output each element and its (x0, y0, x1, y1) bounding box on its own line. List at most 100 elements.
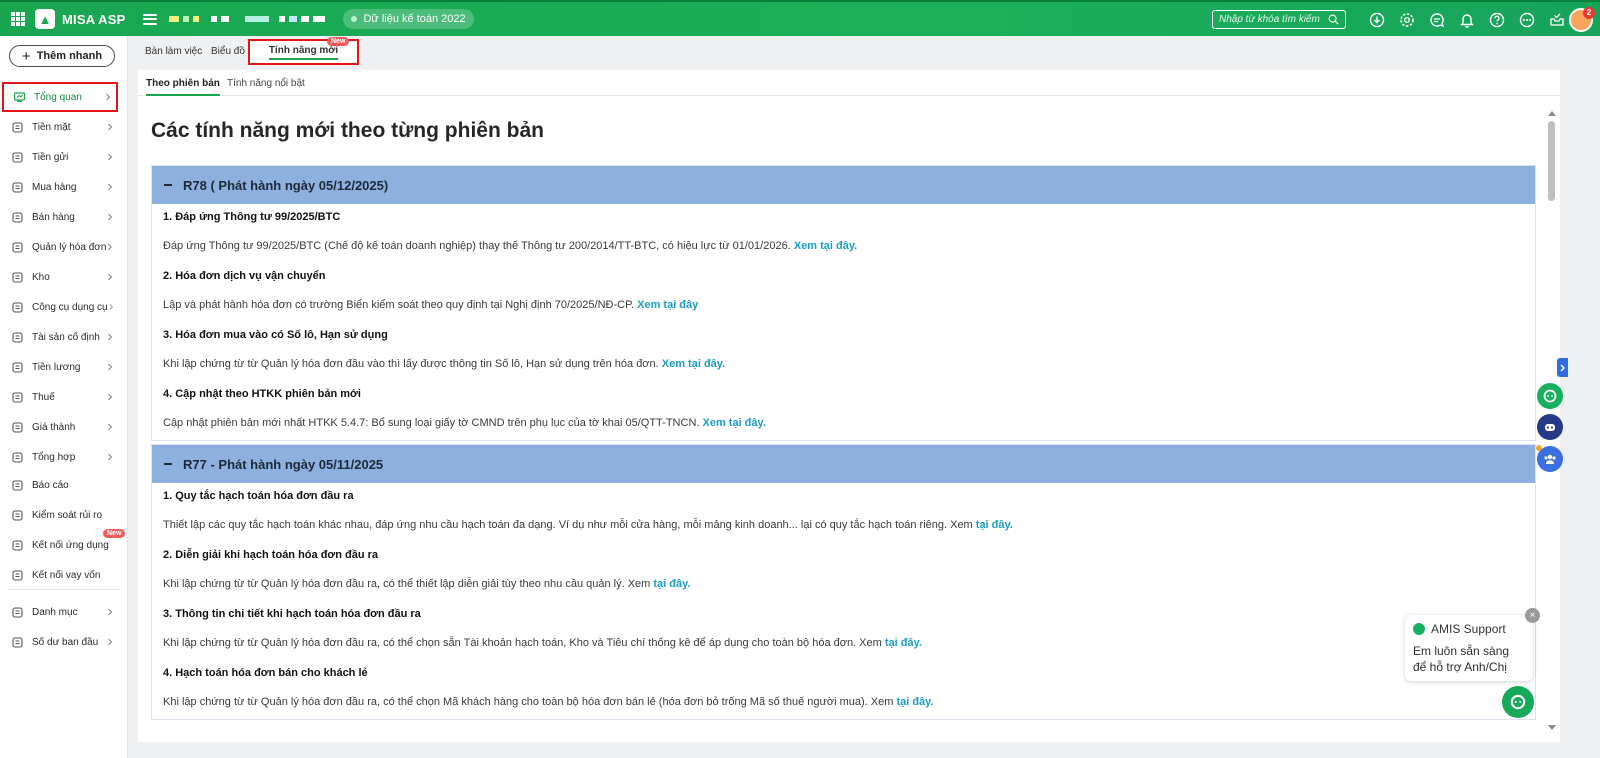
view-here-link[interactable]: tại đây. (885, 637, 922, 649)
sidebar-item-label: Kiểm soát rủi ro (32, 509, 103, 521)
redacted-block (289, 16, 298, 22)
sidebar-item-warehouse[interactable]: Kho (2, 262, 118, 292)
scroll-down-icon[interactable] (1548, 725, 1556, 730)
sidebar-item-loan[interactable]: Kết nối vay vốn (2, 560, 118, 590)
sidebar: + Thêm nhanh Tổng quan Tiền mặt Tiền gửi Mu… (0, 36, 128, 758)
feature-item: 4. Hạch toán hóa đơn bán cho khách lẻ Kh… (152, 660, 1535, 719)
status-dot (1536, 445, 1542, 451)
feature-item: 2. Diễn giải khi hạch toán hóa đơn đầu r… (152, 542, 1535, 601)
gear-icon[interactable] (1396, 9, 1418, 31)
tab-workspace[interactable]: Bàn làm việc (145, 46, 202, 57)
sidebar-item-payroll[interactable]: Tiền lương (2, 352, 118, 382)
view-here-link[interactable]: tại đây. (976, 519, 1013, 531)
chevron-right-icon (108, 123, 113, 131)
company-name-redacted[interactable] (169, 16, 329, 22)
view-here-link[interactable]: Xem tại đây (637, 299, 698, 311)
sidebar-item-label: Công cụ dụng cụ (32, 301, 108, 313)
help-icon[interactable] (1486, 9, 1508, 31)
subtab-highlights[interactable]: Tính năng nổi bật (227, 78, 305, 89)
feature-item: 3. Hóa đơn mua vào có Số lô, Hạn sử dụng… (152, 322, 1535, 381)
user-avatar[interactable]: 2 (1569, 7, 1595, 32)
chevron-right-icon (109, 304, 113, 310)
subtabs: Theo phiên bản Tính năng nổi bật (138, 70, 1560, 96)
sidebar-item-tools[interactable]: Công cụ dụng cụ (2, 292, 118, 322)
chevron-right-icon (108, 453, 113, 461)
release-header[interactable]: R78 ( Phát hành ngày 05/12/2025) (152, 166, 1535, 204)
invoice-icon (11, 241, 24, 254)
catalog-icon (11, 606, 24, 619)
sidebar-item-shopping-bag[interactable]: Mua hàng (2, 172, 118, 202)
side-panel-toggle[interactable] (1557, 358, 1568, 377)
redacted-block (279, 16, 286, 22)
collapse-icon (164, 184, 172, 186)
sidebar-item-money-bag[interactable]: Tiền mặt (2, 112, 118, 142)
chevron-right-icon (108, 153, 113, 161)
feature-desc: Khi lập chứng từ từ Quản lý hóa đơn đầu … (163, 696, 934, 708)
apps-grid-icon[interactable] (11, 12, 25, 26)
inbox-check-icon[interactable] (1546, 9, 1568, 31)
sidebar-item-label: Tổng quan (34, 91, 82, 103)
scroll-up-icon[interactable] (1548, 111, 1556, 116)
open-chat-button[interactable] (1502, 686, 1534, 718)
view-here-link[interactable]: Xem tại đây. (662, 358, 725, 370)
more-icon[interactable] (1516, 9, 1538, 31)
sidebar-item-tax[interactable]: Thuế (2, 382, 118, 412)
sidebar-item-summary[interactable]: Tổng hợp (2, 442, 118, 472)
sidebar-item-label: Kết nối ứng dụng (32, 539, 109, 551)
feature-title: 3. Hóa đơn mua vào có Số lô, Hạn sử dụng (163, 329, 388, 341)
new-badge: New (327, 37, 350, 46)
sidebar-item-dashboard[interactable]: Tổng quan (2, 82, 118, 112)
bell-icon[interactable] (1456, 9, 1478, 31)
close-icon[interactable]: × (1525, 608, 1540, 623)
money-bag-icon (11, 121, 24, 134)
sidebar-item-cart[interactable]: Bán hàng (2, 202, 118, 232)
feature-desc: Đáp ứng Thông tư 99/2025/BTC (Chế độ kế … (163, 240, 857, 252)
menu-icon[interactable] (143, 13, 158, 25)
chevron-right-icon (108, 393, 113, 401)
scroll-thumb[interactable] (1548, 121, 1555, 201)
download-icon[interactable] (1366, 9, 1388, 31)
users-icon (1544, 454, 1556, 464)
sidebar-item-asset[interactable]: Tài sản cố định (2, 322, 118, 352)
view-here-link[interactable]: Xem tại đây. (794, 240, 857, 252)
data-year-pill[interactable]: Dữ liệu kế toán 2022 (343, 9, 474, 29)
app-logo[interactable]: ▲ MISA ASP (35, 9, 125, 29)
sidebar-item-catalog[interactable]: Danh mục (2, 597, 118, 627)
sidebar-item-label: Báo cáo (32, 479, 69, 491)
tab-new-features-label: Tính năng mới (268, 45, 339, 60)
sidebar-item-label: Tiền lương (32, 361, 81, 373)
chevron-right-icon (108, 183, 113, 191)
release-header[interactable]: R77 - Phát hành ngày 05/11/2025 (152, 445, 1535, 483)
sidebar-item-invoice[interactable]: Quản lý hóa đơn (2, 232, 118, 262)
subtab-by-version[interactable]: Theo phiên bản (146, 78, 220, 96)
search-input[interactable]: Nhập từ khóa tìm kiếm (1212, 10, 1346, 29)
chat-icon[interactable] (1426, 9, 1448, 31)
tools-icon (11, 301, 24, 314)
sidebar-divider (8, 589, 120, 590)
asset-icon (11, 331, 24, 344)
sidebar-item-plug[interactable]: Kết nối ứng dụng (2, 530, 118, 560)
support-popup[interactable]: AMIS Support Em luôn sẵn sàng để hỗ trợ … (1405, 615, 1533, 681)
feature-item: 1. Quy tắc hạch toán hóa đơn đầu ra Thiế… (152, 483, 1535, 542)
feature-title: 4. Hạch toán hóa đơn bán cho khách lẻ (163, 667, 368, 679)
view-here-link[interactable]: Xem tại đây. (703, 417, 766, 429)
support-chat-float[interactable] (1537, 383, 1563, 409)
sidebar-item-label: Quản lý hóa đơn (32, 241, 107, 253)
plus-icon: + (21, 47, 31, 65)
sidebar-item-price-tag[interactable]: Giá thành (2, 412, 118, 442)
app-name: MISA ASP (62, 11, 126, 27)
assistant-bot-float[interactable] (1537, 414, 1563, 440)
tab-charts[interactable]: Biểu đồ (211, 46, 245, 57)
view-here-link[interactable]: tại đây. (896, 696, 933, 708)
sidebar-item-report[interactable]: Báo cáo (2, 470, 118, 500)
quick-add-button[interactable]: + Thêm nhanh (9, 45, 115, 67)
sidebar-item-balance[interactable]: Số dư ban đầu (2, 627, 118, 657)
sidebar-item-risk[interactable]: Kiểm soát rủi ro (2, 500, 118, 530)
redacted-block (301, 16, 310, 22)
feature-desc-text: Khi lập chứng từ từ Quản lý hóa đơn đầu … (163, 637, 885, 649)
chevron-right-icon (108, 213, 113, 221)
view-here-link[interactable]: tại đây. (653, 578, 690, 590)
sidebar-item-bank[interactable]: Tiền gửi (2, 142, 118, 172)
balance-icon (11, 636, 24, 649)
release-title: R78 ( Phát hành ngày 05/12/2025) (183, 177, 389, 193)
